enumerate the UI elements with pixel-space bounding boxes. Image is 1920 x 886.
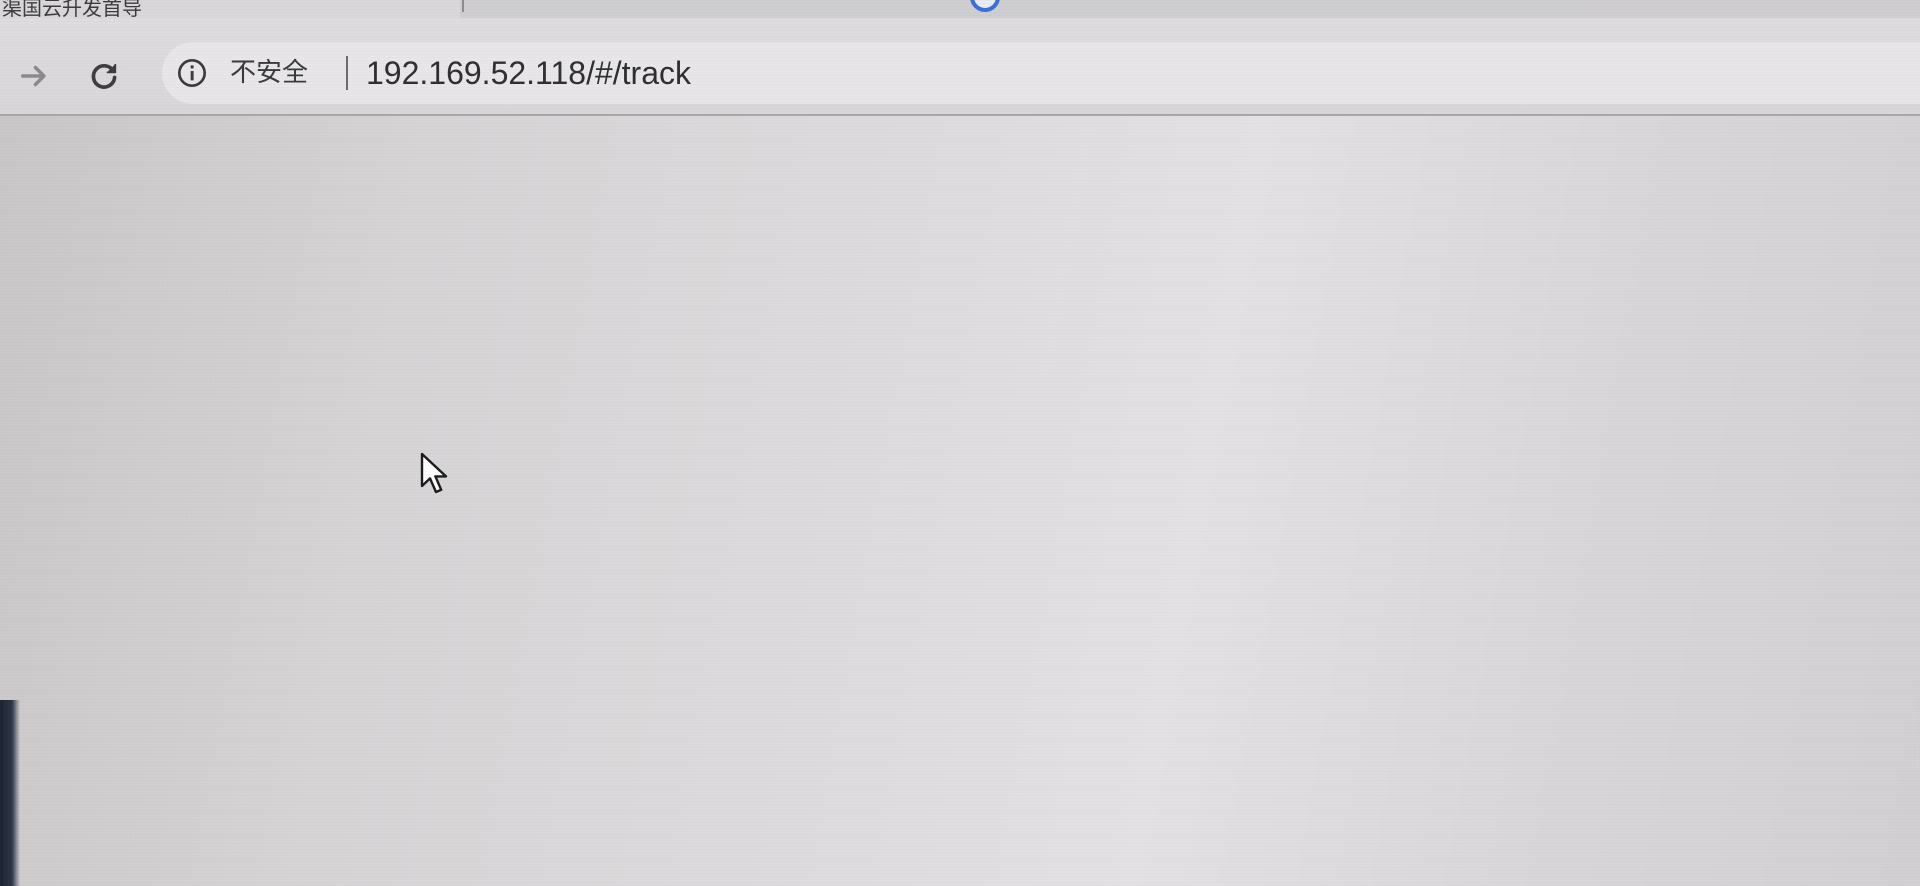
reload-button[interactable] bbox=[84, 56, 124, 96]
active-tab[interactable]: 渠国云升发首导 bbox=[0, 0, 460, 20]
tab-strip: 渠国云升发首导 bbox=[0, 0, 1920, 20]
site-info-button[interactable] bbox=[176, 57, 208, 89]
browser-toolbar: 不安全 192.169.52.118/#/track bbox=[0, 18, 1920, 116]
monitor-bezel-edge bbox=[0, 700, 20, 886]
screen: 渠国云升发首导 不安全 192.169.52.118/#/track bbox=[0, 0, 1920, 886]
tab-divider bbox=[462, 0, 464, 12]
omnibox-divider bbox=[346, 56, 348, 90]
mouse-cursor bbox=[420, 452, 454, 496]
reload-icon bbox=[91, 63, 117, 89]
second-tab[interactable] bbox=[480, 0, 1580, 18]
url-text[interactable]: 192.169.52.118/#/track bbox=[366, 55, 691, 91]
info-icon bbox=[178, 59, 206, 87]
forward-button[interactable] bbox=[14, 56, 54, 96]
address-bar[interactable]: 不安全 192.169.52.118/#/track bbox=[162, 42, 1920, 104]
security-label[interactable]: 不安全 bbox=[230, 57, 308, 89]
page-content bbox=[0, 118, 1920, 886]
arrow-right-icon bbox=[20, 65, 46, 87]
mouse-pointer-icon bbox=[420, 452, 448, 494]
tab-favicon-icon bbox=[970, 0, 1000, 12]
